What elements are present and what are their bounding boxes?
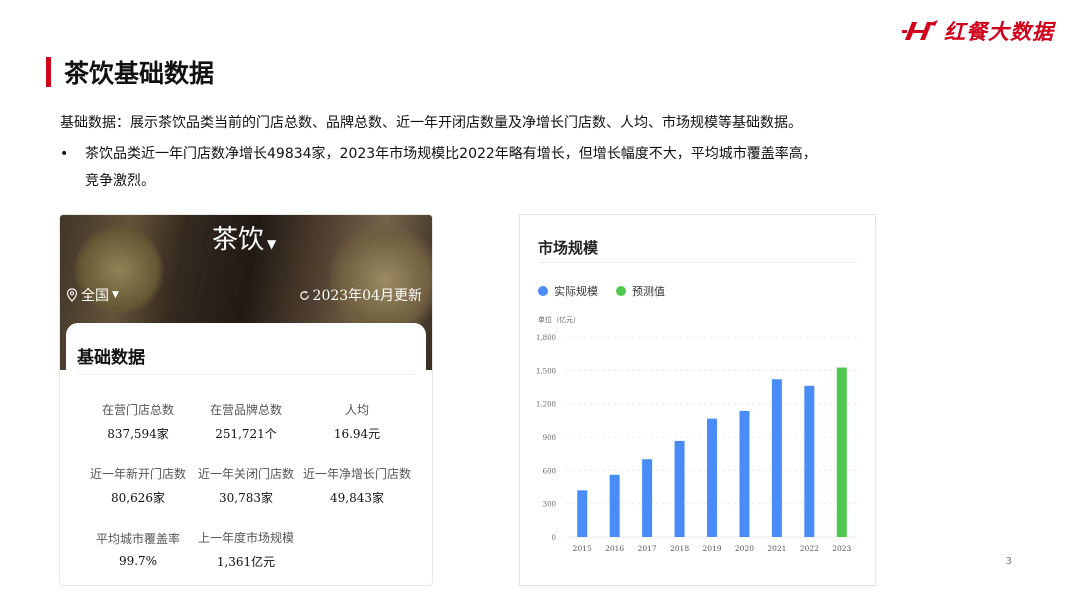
- bar: [642, 459, 653, 537]
- stat-value: 30,783家: [219, 491, 273, 505]
- bullet-point: • 茶饮品类近一年门店数净增长49834家，2023年市场规模比2022年略有增…: [60, 141, 920, 195]
- y-tick-label: 1,500: [536, 367, 556, 375]
- logo-text: 红餐大数据: [944, 20, 1054, 44]
- update-info: 2023年04月更新: [299, 285, 422, 305]
- caret-down-icon: ▼: [112, 290, 119, 300]
- basic-data-app-card: 茶饮 ▼ 全国 ▼ 2023年04月更新 基础数据 在营门店总数 837,594家…: [60, 215, 432, 585]
- bullet-line-2: 竞争激烈。: [85, 173, 155, 189]
- x-tick-label: 2018: [670, 544, 689, 553]
- divider: [77, 374, 415, 375]
- y-tick-label: 1,200: [536, 401, 556, 409]
- x-tick-label: 2020: [735, 544, 754, 553]
- bar: [804, 385, 815, 537]
- bar: [739, 410, 750, 537]
- x-tick-label: 2023: [832, 544, 851, 553]
- stat-item: 近一年净增长门店数 49,843家: [302, 465, 412, 506]
- title-accent-bar: [46, 57, 51, 87]
- stat-label: 平均城市覆盖率: [95, 532, 180, 546]
- bar-chart: 0 300 600 900 1,200 1,500 1,800 2015 2016 2017 201…: [536, 334, 858, 553]
- market-size-chart-card: 市场规模 实际规模 预测值 单位（亿元） 0 300 600 900 1,200 1,50…: [520, 215, 875, 585]
- x-tick-label: 2017: [638, 544, 657, 553]
- bar: [609, 474, 620, 537]
- y-tick-label: 600: [543, 467, 556, 475]
- stat-label: 在营门店总数: [101, 403, 174, 417]
- y-tick-label: 900: [543, 434, 556, 442]
- refresh-icon: [299, 290, 309, 300]
- stat-item: 在营品牌总数 251,721个: [191, 401, 301, 442]
- bar: [577, 490, 588, 537]
- bullet-dot: •: [60, 146, 69, 162]
- category-dropdown[interactable]: 茶饮 ▼: [212, 219, 276, 256]
- y-tick-label: 300: [543, 501, 556, 509]
- section-title: 基础数据: [77, 348, 145, 368]
- stat-value: 251,721个: [215, 427, 277, 441]
- stat-label: 近一年新开门店数: [89, 467, 186, 481]
- update-text: 2023年04月更新: [312, 288, 422, 304]
- y-tick-label: 0: [552, 534, 556, 542]
- region-dropdown[interactable]: 全国 ▼: [66, 285, 119, 305]
- stat-item: 上一年度市场规模 1,361亿元: [191, 529, 301, 570]
- location-pin-icon: [66, 288, 78, 302]
- stat-item: 平均城市覆盖率 99.7%: [83, 530, 193, 568]
- x-tick-label: 2015: [573, 544, 592, 553]
- stat-value: 1,361亿元: [216, 555, 276, 569]
- stat-value: 16.94元: [333, 427, 381, 441]
- stat-value: 80,626家: [111, 491, 165, 505]
- x-tick-label: 2019: [702, 544, 721, 553]
- bar: [771, 379, 782, 537]
- logo-mark-icon: [902, 20, 938, 40]
- region-label: 全国: [81, 288, 109, 304]
- stat-item: 近一年新开门店数 80,626家: [83, 465, 193, 506]
- stat-value: 99.7%: [118, 554, 158, 568]
- brand-logo: 红餐大数据: [902, 16, 1054, 46]
- stat-value: 49,843家: [330, 491, 384, 505]
- stat-value: 837,594家: [107, 427, 169, 441]
- stat-label: 近一年净增长门店数: [302, 467, 411, 481]
- stat-item: 近一年关闭门店数 30,783家: [191, 465, 301, 506]
- bar: [707, 418, 717, 537]
- bar: [836, 367, 847, 537]
- stat-item: 人均 16.94元: [302, 401, 412, 442]
- x-tick-label: 2016: [605, 544, 624, 553]
- stat-label: 上一年度市场规模: [197, 531, 294, 545]
- stat-label: 在营品牌总数: [209, 403, 282, 417]
- stat-label: 近一年关闭门店数: [197, 467, 294, 481]
- description-text: 基础数据：展示茶饮品类当前的门店总数、品牌总数、近一年开闭店数量及净增长门店数、…: [60, 115, 802, 131]
- y-tick-label: 1,800: [536, 334, 556, 342]
- stat-item: 在营门店总数 837,594家: [83, 401, 193, 442]
- category-label: 茶饮: [212, 225, 265, 255]
- x-tick-label: 2022: [800, 544, 819, 553]
- caret-down-icon: ▼: [267, 237, 277, 251]
- x-tick-label: 2021: [767, 544, 786, 553]
- basic-data-panel: 基础数据 在营门店总数 837,594家 在营品牌总数 251,721个 人均 …: [66, 323, 426, 585]
- bar: [674, 440, 685, 537]
- stat-label: 人均: [344, 403, 369, 417]
- page-title: 茶饮基础数据: [64, 59, 215, 88]
- page-number: 3: [1005, 556, 1012, 567]
- bullet-line-1: 茶饮品类近一年门店数净增长49834家，2023年市场规模比2022年略有增长，…: [85, 146, 817, 162]
